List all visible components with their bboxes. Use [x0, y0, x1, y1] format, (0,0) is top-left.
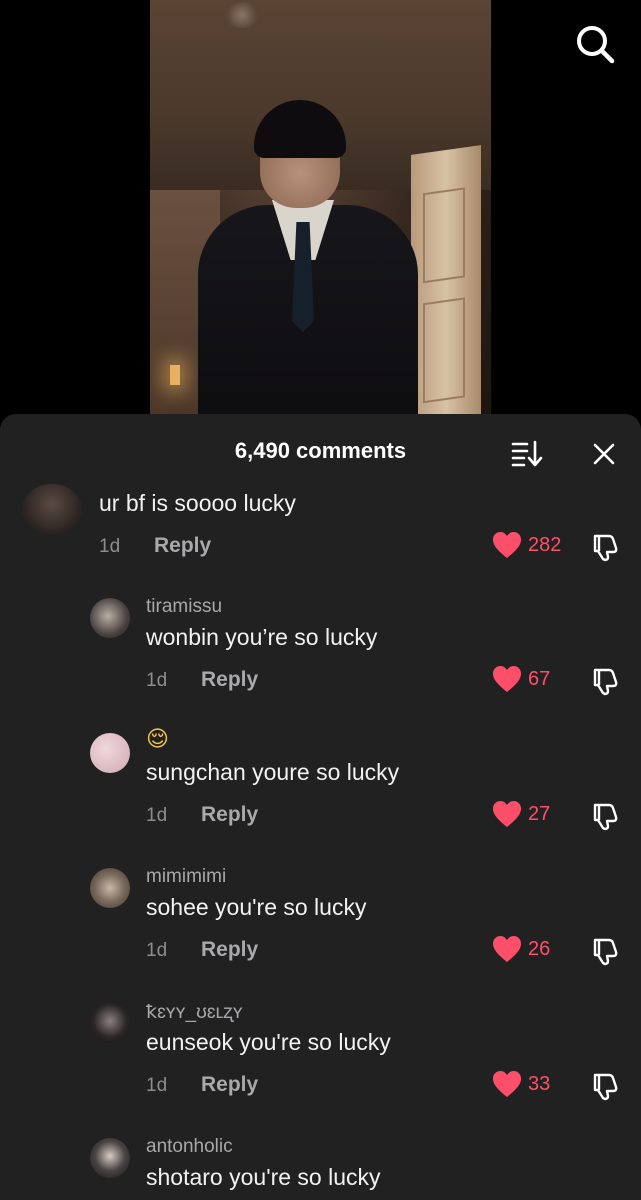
- comment-text: eunseok you're so lucky: [146, 1029, 391, 1055]
- close-icon[interactable]: [589, 439, 619, 469]
- avatar[interactable]: [22, 484, 82, 534]
- like-count: 33: [528, 1072, 551, 1095]
- like-count: 27: [528, 802, 551, 825]
- reply-button[interactable]: Reply: [201, 1073, 258, 1097]
- comment-text: shotaro you're so lucky: [146, 1164, 381, 1190]
- thumbs-down-icon[interactable]: [590, 532, 620, 562]
- comment-time: 1d: [146, 670, 168, 691]
- door: [411, 145, 481, 430]
- thumbs-down-icon[interactable]: [590, 801, 620, 831]
- like-count: 26: [528, 937, 551, 960]
- like-button[interactable]: 26: [492, 935, 550, 963]
- comment-item: tiramissu wonbin you’re so lucky 1d Repl…: [0, 592, 641, 722]
- reply-button[interactable]: Reply: [201, 803, 258, 827]
- heart-icon: [493, 936, 521, 962]
- comments-sheet[interactable]: 6,490 comments ur bf is soooo lucky 1d R…: [0, 414, 641, 1200]
- comment-text: sungchan youre so lucky: [146, 759, 400, 785]
- comment-time: 1d: [99, 536, 121, 557]
- comments-count-title: 6,490 comments: [234, 438, 407, 463]
- comment-item: antonholic shotaro you're so lucky: [0, 1132, 641, 1200]
- like-count: 67: [528, 667, 551, 690]
- comment-text: ur bf is soooo lucky: [99, 490, 296, 516]
- heart-icon: [493, 1071, 521, 1097]
- comment-item: ꝁɛʏʏ_ʊɛʟʐʏ eunseok you're so lucky 1d Re…: [0, 997, 641, 1127]
- sort-icon[interactable]: [510, 438, 544, 468]
- ceiling-light: [222, 2, 262, 28]
- avatar[interactable]: [90, 598, 130, 638]
- reply-button[interactable]: Reply: [201, 938, 258, 962]
- comment-text: sohee you're so lucky: [146, 894, 367, 920]
- comment-username[interactable]: mimimimi: [146, 866, 226, 888]
- video-frame[interactable]: [150, 0, 491, 430]
- reply-button[interactable]: Reply: [201, 668, 258, 692]
- avatar[interactable]: [90, 868, 130, 908]
- like-count: 282: [528, 533, 562, 556]
- comment-username[interactable]: tiramissu: [146, 596, 222, 618]
- heart-icon: [493, 801, 521, 827]
- like-button[interactable]: 27: [492, 800, 550, 828]
- avatar[interactable]: [90, 733, 130, 773]
- avatar[interactable]: [90, 1138, 130, 1178]
- heart-icon: [493, 532, 521, 558]
- thumbs-down-icon[interactable]: [590, 936, 620, 966]
- reply-button[interactable]: Reply: [154, 534, 211, 558]
- comment-time: 1d: [146, 940, 168, 961]
- comment-username[interactable]: ꝁɛʏʏ_ʊɛʟʐʏ: [146, 1001, 243, 1024]
- thumbs-down-icon[interactable]: [590, 666, 620, 696]
- avatar[interactable]: [90, 1003, 130, 1043]
- comment-item: 😌 sungchan youre so lucky 1d Reply 27: [0, 727, 641, 857]
- comment-item: ur bf is soooo lucky 1d Reply 282: [0, 474, 641, 604]
- like-button[interactable]: 33: [492, 1070, 550, 1098]
- like-button[interactable]: 67: [492, 665, 550, 693]
- door-panel: [423, 187, 465, 284]
- comment-username[interactable]: 😌: [146, 727, 170, 751]
- comment-item: mimimimi sohee you're so lucky 1d Reply …: [0, 862, 641, 992]
- search-icon[interactable]: [573, 22, 617, 66]
- thumbs-down-icon[interactable]: [590, 1071, 620, 1101]
- door-panel: [423, 297, 465, 404]
- comment-text: wonbin you’re so lucky: [146, 624, 378, 650]
- comment-time: 1d: [146, 1075, 168, 1096]
- heart-icon: [493, 666, 521, 692]
- comment-time: 1d: [146, 805, 168, 826]
- like-button[interactable]: 282: [492, 531, 561, 559]
- video-player[interactable]: [0, 0, 641, 430]
- comment-username[interactable]: antonholic: [146, 1136, 233, 1158]
- wall-lamp: [170, 365, 180, 385]
